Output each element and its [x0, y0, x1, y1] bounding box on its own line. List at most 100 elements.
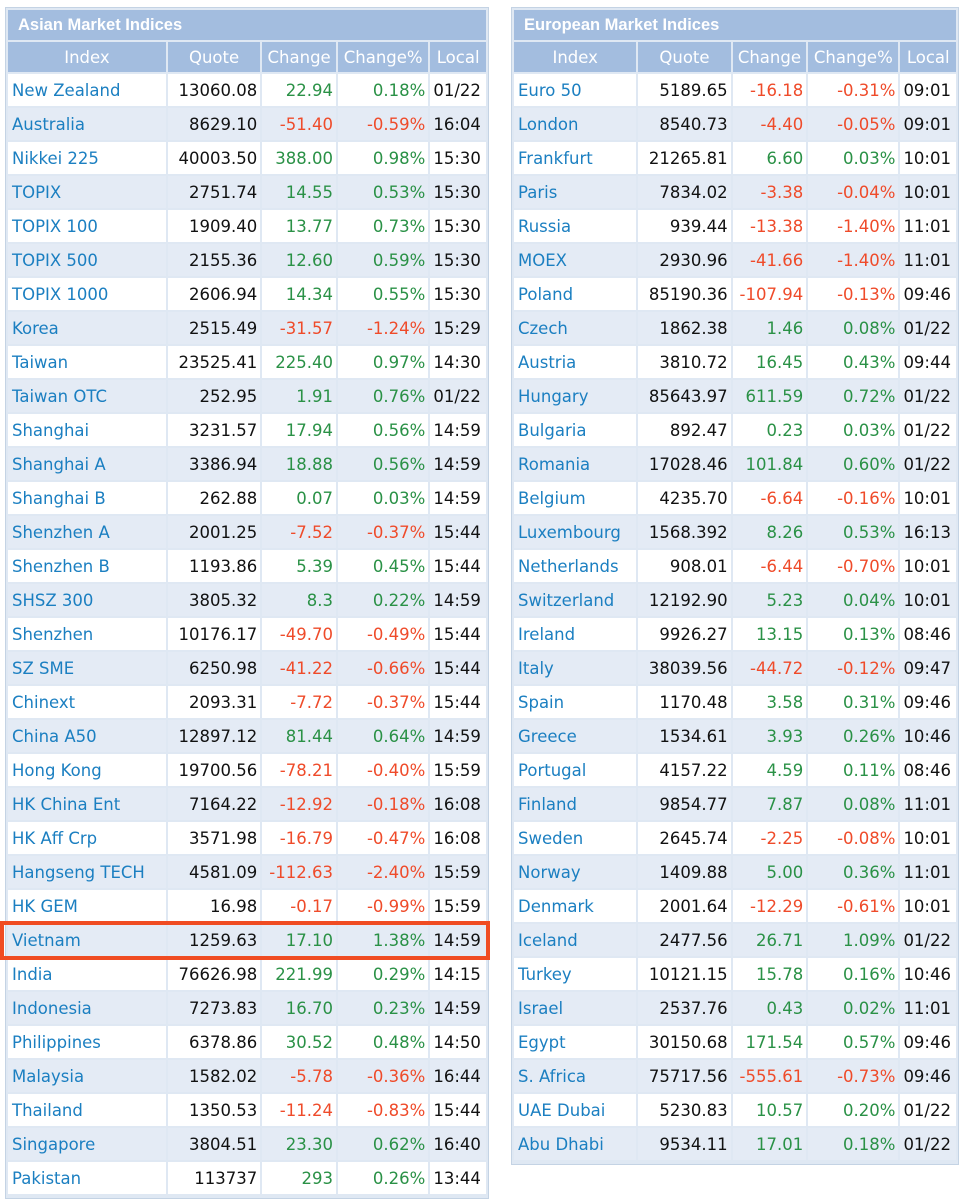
index-name-link[interactable]: Denmark [514, 890, 637, 922]
index-name-link[interactable]: TOPIX 1000 [8, 278, 166, 310]
index-name-link[interactable]: Paris [514, 176, 637, 208]
index-name-link[interactable]: Taiwan OTC [8, 380, 166, 412]
column-header-index[interactable]: Index [514, 42, 637, 72]
change-pct-cell: 0.04% [808, 584, 899, 616]
table-row: Czech 1862.38 1.46 0.08% 01/22 [514, 312, 956, 344]
column-header-quote[interactable]: Quote [167, 42, 261, 72]
index-name-link[interactable]: Chinext [8, 686, 166, 718]
index-name-link[interactable]: TOPIX [8, 176, 166, 208]
change-cell: -12.29 [732, 890, 807, 922]
index-name-link[interactable]: Spain [514, 686, 637, 718]
index-name-link[interactable]: Shanghai [8, 414, 166, 446]
index-name-link[interactable]: Poland [514, 278, 637, 310]
table-row: Shenzhen 10176.17 -49.70 -0.49% 15:44 [8, 618, 486, 650]
index-name-link[interactable]: Australia [8, 108, 166, 140]
change-cell: 18.88 [262, 448, 336, 480]
index-name-link[interactable]: Singapore [8, 1128, 166, 1160]
index-name-link[interactable]: Turkey [514, 958, 637, 990]
index-name-link[interactable]: Czech [514, 312, 637, 344]
index-name-link[interactable]: Taiwan [8, 346, 166, 378]
change-pct-cell: -0.13% [808, 278, 899, 310]
index-name-link[interactable]: SZ SME [8, 652, 166, 684]
index-name-link[interactable]: Shenzhen A [8, 516, 166, 548]
index-name-link[interactable]: Shenzhen B [8, 550, 166, 582]
change-pct-cell: -0.66% [338, 652, 429, 684]
local-time-cell: 14:50 [430, 1026, 486, 1058]
change-pct-cell: 0.26% [808, 720, 899, 752]
index-name-link[interactable]: HK GEM [8, 890, 166, 922]
column-header-local[interactable]: Local [430, 42, 486, 72]
index-name-link[interactable]: Shanghai A [8, 448, 166, 480]
quote-cell: 2606.94 [167, 278, 261, 310]
index-name-link[interactable]: Sweden [514, 822, 637, 854]
index-name-link[interactable]: Austria [514, 346, 637, 378]
table-row: Israel 2537.76 0.43 0.02% 11:01 [514, 992, 956, 1024]
index-name-link[interactable]: Switzerland [514, 584, 637, 616]
index-name-link[interactable]: Belgium [514, 482, 637, 514]
local-time-cell: 09:46 [900, 686, 956, 718]
table-row: China A50 12897.12 81.44 0.64% 14:59 [8, 720, 486, 752]
table-row: Romania 17028.46 101.84 0.60% 01/22 [514, 448, 956, 480]
index-name-link[interactable]: TOPIX 100 [8, 210, 166, 242]
quote-cell: 3571.98 [167, 822, 261, 854]
column-header-local[interactable]: Local [900, 42, 956, 72]
index-name-link[interactable]: UAE Dubai [514, 1094, 637, 1126]
index-name-link[interactable]: Euro 50 [514, 74, 637, 106]
column-header-change-pct[interactable]: Change% [808, 42, 899, 72]
index-name-link[interactable]: Netherlands [514, 550, 637, 582]
index-name-link[interactable]: Shanghai B [8, 482, 166, 514]
change-pct-cell: 0.60% [808, 448, 899, 480]
index-name-link[interactable]: Romania [514, 448, 637, 480]
index-name-link[interactable]: Shenzhen [8, 618, 166, 650]
index-name-link[interactable]: MOEX [514, 244, 637, 276]
change-cell: 0.23 [732, 414, 807, 446]
index-name-link[interactable]: S. Africa [514, 1060, 637, 1092]
table-row: Pakistan 113737 293 0.26% 13:44 [8, 1162, 486, 1194]
column-header-change[interactable]: Change [262, 42, 336, 72]
index-name-link[interactable]: Israel [514, 992, 637, 1024]
table-row: MOEX 2930.96 -41.66 -1.40% 11:01 [514, 244, 956, 276]
index-name-link[interactable]: Ireland [514, 618, 637, 650]
index-name-link[interactable]: Abu Dhabi [514, 1128, 637, 1160]
change-pct-cell: 0.31% [808, 686, 899, 718]
local-time-cell: 10:46 [900, 958, 956, 990]
index-name-link[interactable]: Hong Kong [8, 754, 166, 786]
index-name-link[interactable]: Iceland [514, 924, 637, 956]
index-name-link[interactable]: China A50 [8, 720, 166, 752]
local-time-cell: 15:44 [430, 516, 486, 548]
index-name-link[interactable]: Luxembourg [514, 516, 637, 548]
index-name-link[interactable]: Vietnam [8, 924, 166, 956]
index-name-link[interactable]: SHSZ 300 [8, 584, 166, 616]
index-name-link[interactable]: Russia [514, 210, 637, 242]
index-name-link[interactable]: Egypt [514, 1026, 637, 1058]
index-name-link[interactable]: Korea [8, 312, 166, 344]
change-pct-cell: 0.18% [808, 1128, 899, 1160]
index-name-link[interactable]: Italy [514, 652, 637, 684]
index-name-link[interactable]: Indonesia [8, 992, 166, 1024]
index-name-link[interactable]: Hungary [514, 380, 637, 412]
index-name-link[interactable]: Malaysia [8, 1060, 166, 1092]
index-name-link[interactable]: London [514, 108, 637, 140]
index-name-link[interactable]: Norway [514, 856, 637, 888]
index-name-link[interactable]: HK China Ent [8, 788, 166, 820]
column-header-change-pct[interactable]: Change% [338, 42, 429, 72]
index-name-link[interactable]: Thailand [8, 1094, 166, 1126]
index-name-link[interactable]: Finland [514, 788, 637, 820]
index-name-link[interactable]: Hangseng TECH [8, 856, 166, 888]
european-indices-table: Index Quote Change Change% Local Euro 50… [512, 40, 958, 1162]
index-name-link[interactable]: Portugal [514, 754, 637, 786]
index-name-link[interactable]: New Zealand [8, 74, 166, 106]
column-header-index[interactable]: Index [8, 42, 166, 72]
column-header-quote[interactable]: Quote [638, 42, 731, 72]
index-name-link[interactable]: Bulgaria [514, 414, 637, 446]
index-name-link[interactable]: Philippines [8, 1026, 166, 1058]
index-name-link[interactable]: Nikkei 225 [8, 142, 166, 174]
column-header-change[interactable]: Change [732, 42, 807, 72]
change-cell: 3.93 [732, 720, 807, 752]
index-name-link[interactable]: HK Aff Crp [8, 822, 166, 854]
index-name-link[interactable]: Frankfurt [514, 142, 637, 174]
index-name-link[interactable]: India [8, 958, 166, 990]
index-name-link[interactable]: TOPIX 500 [8, 244, 166, 276]
index-name-link[interactable]: Greece [514, 720, 637, 752]
index-name-link[interactable]: Pakistan [8, 1162, 166, 1194]
